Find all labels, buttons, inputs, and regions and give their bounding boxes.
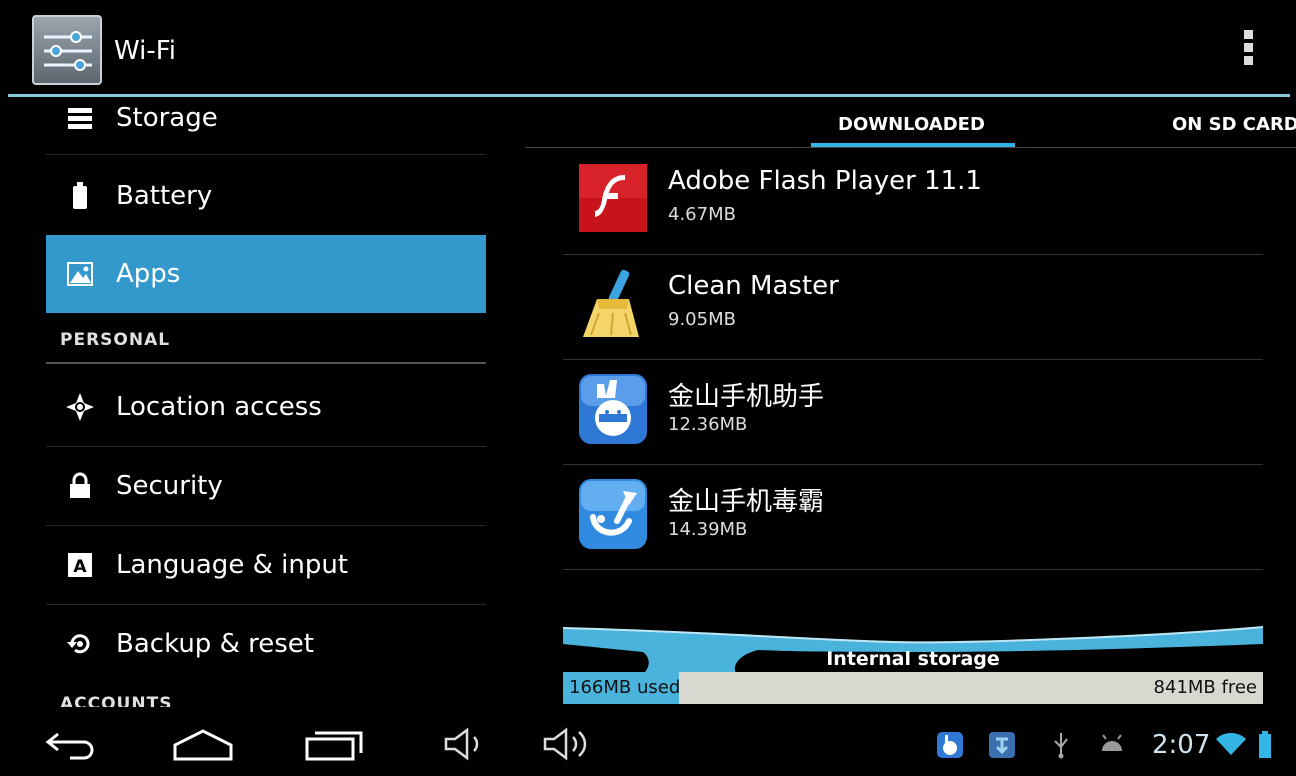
back-icon[interactable] xyxy=(40,722,104,766)
lock-icon xyxy=(62,468,98,504)
battery-icon xyxy=(62,178,98,214)
divider xyxy=(563,569,1263,570)
wifi-icon xyxy=(1214,731,1248,761)
settings-list: Storage Battery Apps PERSONAL Location a… xyxy=(46,97,486,707)
flash-player-icon xyxy=(577,162,649,234)
language-icon: A xyxy=(62,547,98,583)
usb-icon xyxy=(1052,731,1070,763)
list-item-app[interactable]: Clean Master 9.05MB xyxy=(563,255,1263,360)
settings-item-label: Storage xyxy=(116,103,218,133)
storage-bar: 166MB used 841MB free xyxy=(563,672,1263,704)
location-icon xyxy=(62,389,98,425)
app-size: 12.36MB xyxy=(668,414,748,435)
settings-item-label: Security xyxy=(116,471,223,501)
volume-down-icon[interactable] xyxy=(440,722,490,766)
overflow-menu-icon[interactable] xyxy=(1238,30,1258,72)
tabs-divider xyxy=(525,147,1296,148)
list-item-app[interactable]: 金山手机毒霸 14.39MB xyxy=(563,465,1263,570)
app-name: Adobe Flash Player 11.1 xyxy=(668,166,982,196)
settings-item-location-access[interactable]: Location access xyxy=(46,368,486,446)
settings-sliders-icon[interactable] xyxy=(32,15,102,85)
app-name: 金山手机助手 xyxy=(668,382,825,412)
settings-item-security[interactable]: Security xyxy=(46,447,486,525)
storage-free-text: 841MB free xyxy=(1153,677,1257,698)
storage-icon xyxy=(62,100,98,136)
app-name: 金山手机毒霸 xyxy=(668,487,825,517)
android-debug-icon xyxy=(1098,731,1126,759)
settings-item-backup-reset[interactable]: Backup & reset xyxy=(46,605,486,683)
kingsoft-assistant-icon xyxy=(577,372,649,444)
storage-used-text: 166MB used xyxy=(569,677,681,698)
settings-item-language-input[interactable]: A Language & input xyxy=(46,526,486,604)
settings-item-label: Battery xyxy=(116,181,213,211)
settings-item-battery[interactable]: Battery xyxy=(46,157,486,235)
divider xyxy=(46,154,486,155)
settings-item-label: Location access xyxy=(116,392,322,422)
app-name: Clean Master xyxy=(668,271,839,301)
volume-up-icon[interactable] xyxy=(540,722,596,766)
settings-item-label: Apps xyxy=(116,259,181,289)
action-bar: Wi-Fi xyxy=(0,0,1296,97)
apps-icon xyxy=(62,256,98,292)
app-size: 9.05MB xyxy=(668,309,736,330)
battery-status-icon xyxy=(1258,731,1272,763)
status-clock: 2:07 xyxy=(1152,730,1211,760)
list-item-app[interactable]: 金山手机助手 12.36MB xyxy=(563,360,1263,465)
svg-text:A: A xyxy=(73,557,87,577)
settings-item-storage[interactable]: Storage xyxy=(46,97,486,157)
tab-on-sd-card[interactable]: ON SD CARD xyxy=(1172,114,1296,135)
broom-icon xyxy=(577,267,649,339)
kingsoft-antivirus-icon xyxy=(577,477,649,549)
storage-usage: Internal storage 166MB used 841MB free xyxy=(563,626,1263,706)
notification-download-icon xyxy=(988,731,1016,763)
home-icon[interactable] xyxy=(168,722,238,766)
settings-item-label: Backup & reset xyxy=(116,629,314,659)
notification-app-icon xyxy=(936,731,964,763)
settings-item-label: Language & input xyxy=(116,550,348,580)
section-header-personal: PERSONAL xyxy=(60,330,171,350)
section-divider xyxy=(46,362,486,364)
list-item-app[interactable]: Adobe Flash Player 11.1 4.67MB xyxy=(563,150,1263,255)
system-nav-bar: 2:07 xyxy=(0,712,1296,776)
storage-label: Internal storage xyxy=(826,648,1000,670)
app-size: 4.67MB xyxy=(668,204,736,225)
page-title: Wi-Fi xyxy=(114,36,177,66)
settings-item-apps[interactable]: Apps xyxy=(46,235,486,313)
tab-downloaded[interactable]: DOWNLOADED xyxy=(838,114,985,135)
recent-apps-icon[interactable] xyxy=(300,722,370,766)
backup-icon xyxy=(62,626,98,662)
section-header-accounts: ACCOUNTS xyxy=(60,694,173,707)
app-size: 14.39MB xyxy=(668,519,748,540)
app-tabs: DOWNLOADED ON SD CARD xyxy=(525,100,1296,150)
